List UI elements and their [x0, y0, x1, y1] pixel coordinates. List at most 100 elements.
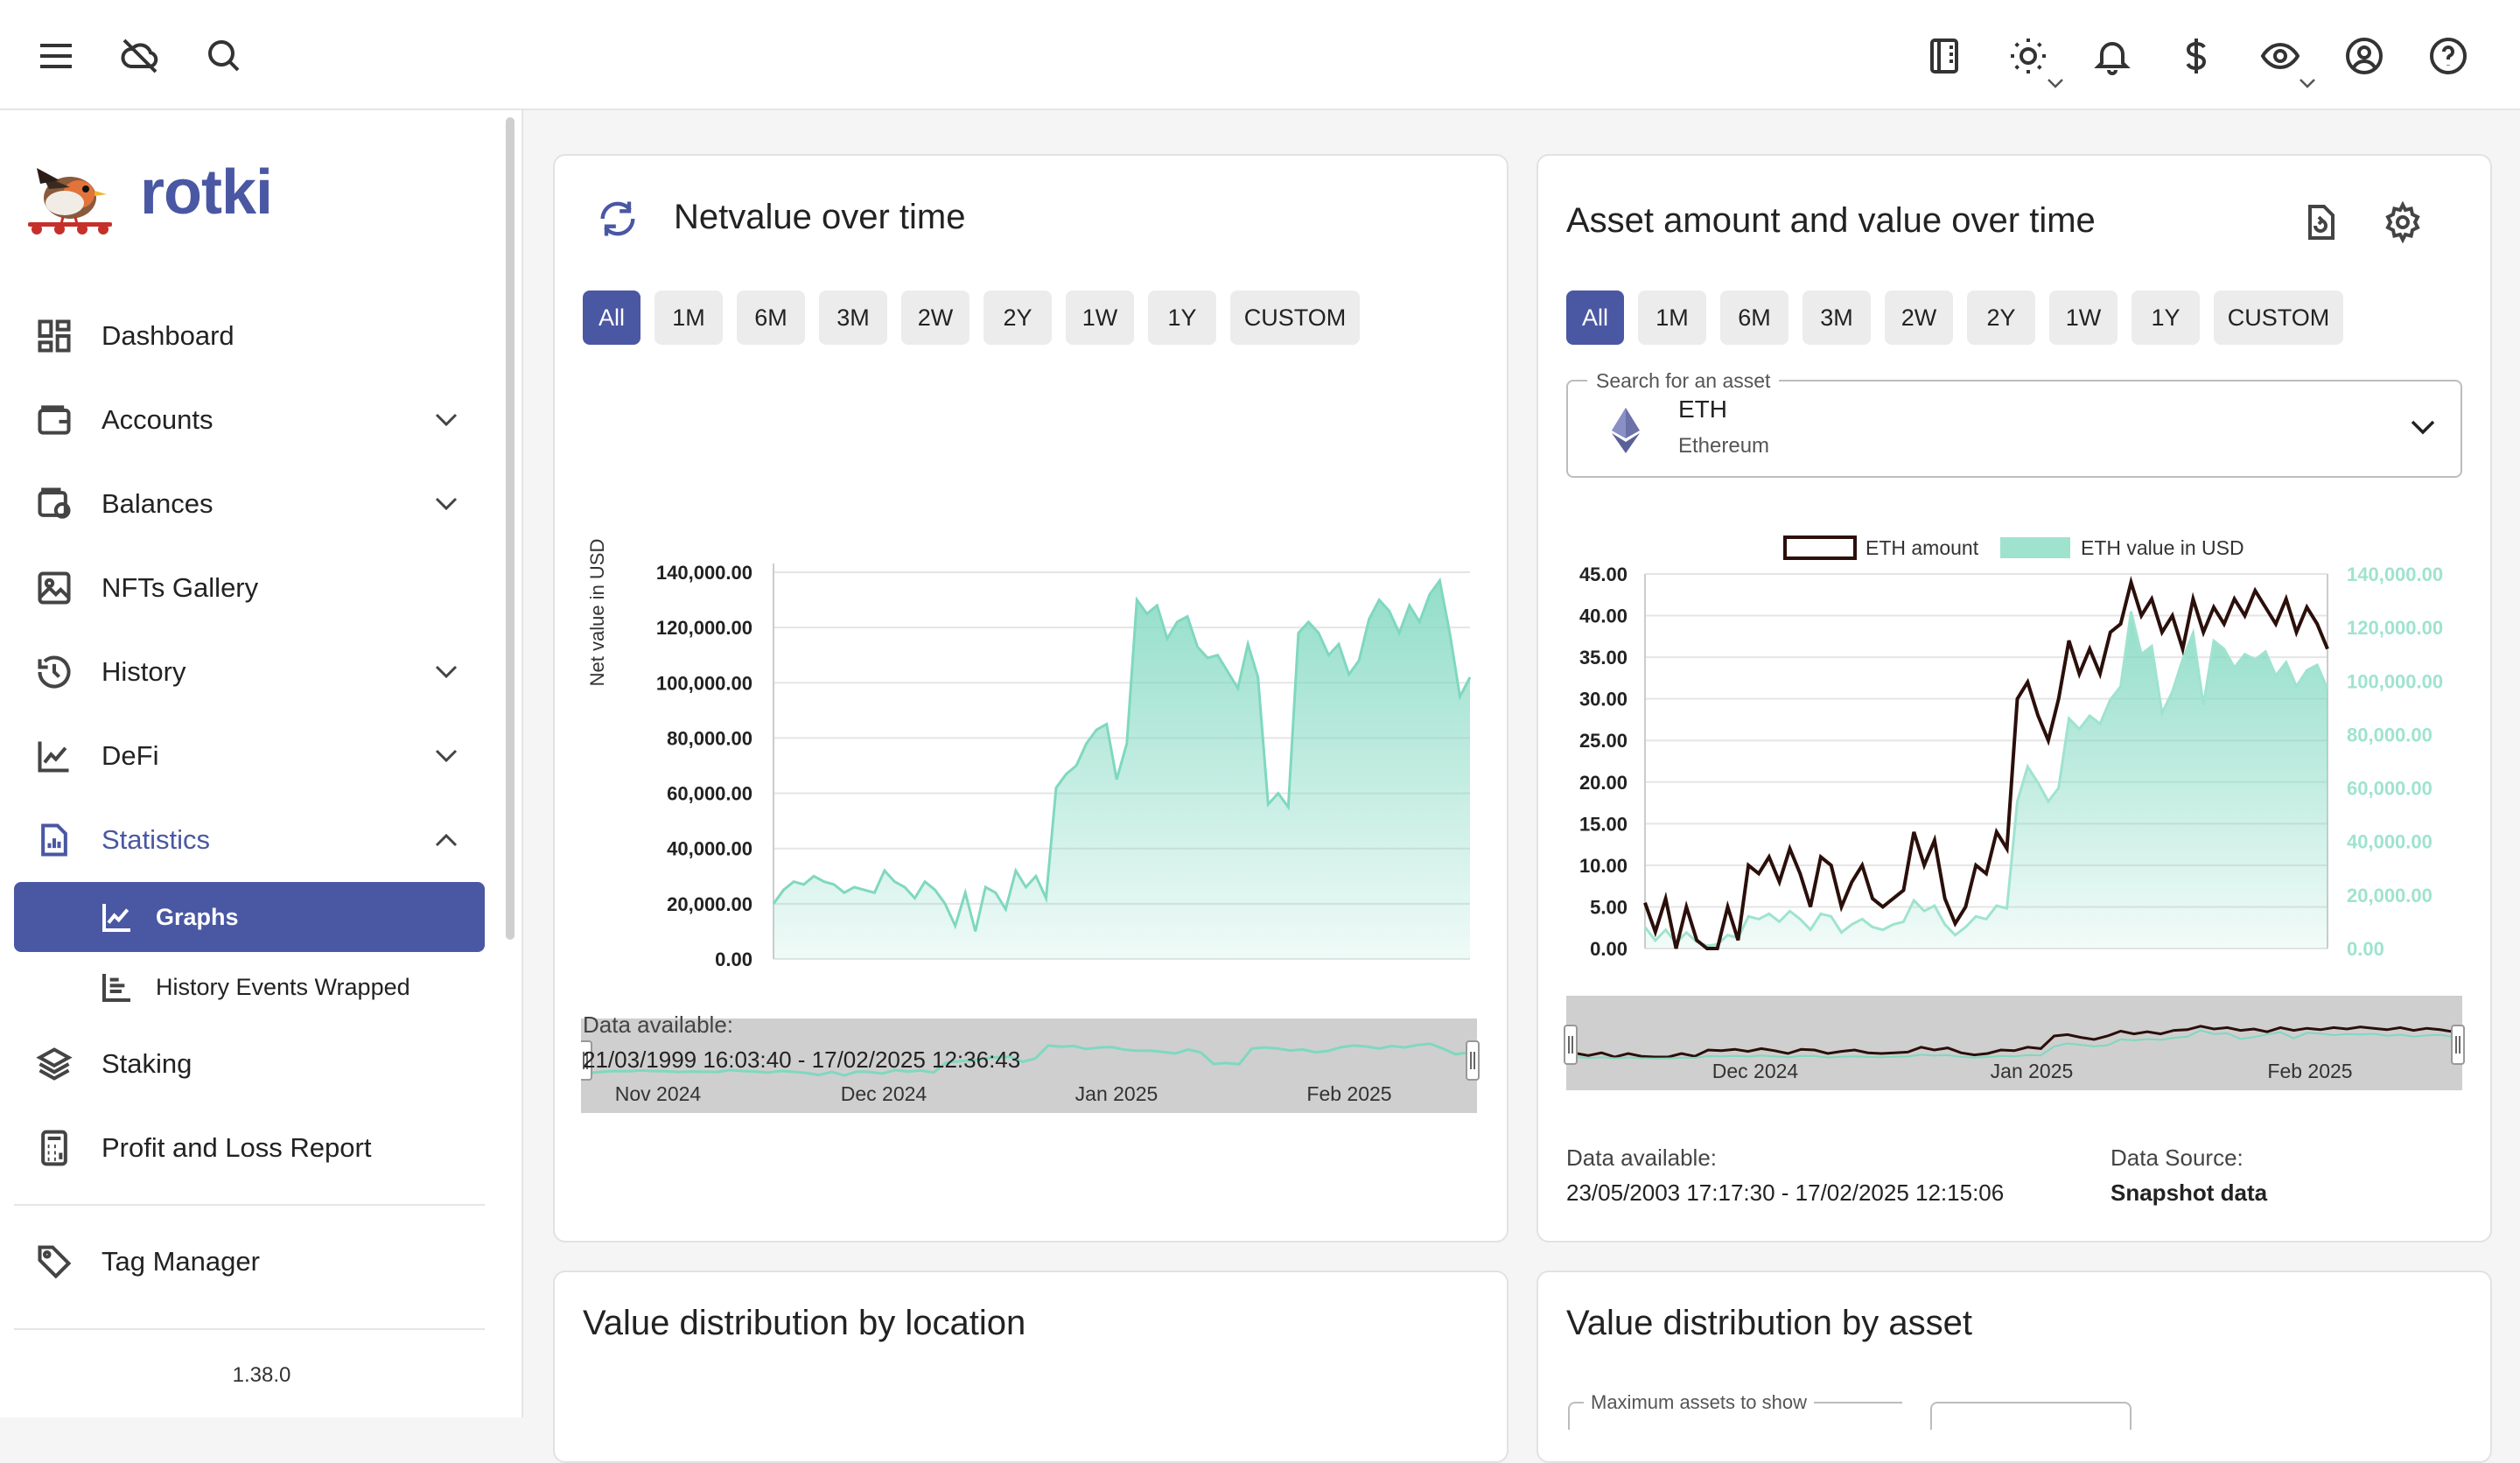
- range-button-2y[interactable]: 2Y: [984, 290, 1052, 345]
- sidebar-item-defi[interactable]: DeFi: [14, 721, 485, 791]
- data-available-label: Data available:: [583, 1012, 733, 1038]
- chevron-down-icon[interactable]: [2408, 416, 2438, 439]
- sidebar-item-staking[interactable]: Staking: [14, 1029, 485, 1099]
- range-button-1m[interactable]: 1M: [1638, 290, 1706, 345]
- range-button-custom[interactable]: CUSTOM: [1230, 290, 1360, 345]
- settings-gear-icon[interactable]: [2382, 200, 2427, 247]
- chevron-down-icon[interactable]: [432, 492, 460, 516]
- eth-value-area: [1645, 611, 2328, 948]
- chevron-down-icon[interactable]: [2298, 77, 2317, 89]
- sidebar-item-label: Dashboard: [102, 320, 234, 351]
- calculator-icon: [33, 1127, 75, 1169]
- y-tick-label: 40,000.00: [667, 838, 752, 860]
- sidebar-item-accounts[interactable]: Accounts: [14, 385, 485, 455]
- data-available-label: Data available:: [1566, 1144, 1717, 1171]
- range-selector: All 1M 6M 3M 2W 2Y 1W 1Y CUSTOM: [583, 290, 1360, 345]
- y-tick-label-left: 15.00: [1579, 813, 1628, 835]
- navigation-drawer: rotki Dashboard Accounts Balances NFTs G…: [0, 110, 523, 1418]
- chevron-down-icon[interactable]: [432, 660, 460, 684]
- range-button-1y[interactable]: 1Y: [2132, 290, 2200, 345]
- sidebar-item-profit-and-loss-report[interactable]: Profit and Loss Report: [14, 1113, 485, 1183]
- y-tick-label-left: 30.00: [1579, 689, 1628, 710]
- sidebar-item-label: Tag Manager: [102, 1246, 260, 1277]
- sidebar-item-label: DeFi: [102, 740, 159, 771]
- y-tick-label-right: 40,000.00: [2347, 831, 2432, 853]
- range-button-1m[interactable]: 1M: [654, 290, 723, 345]
- menu-icon[interactable]: [32, 32, 80, 80]
- chevron-down-icon[interactable]: [2046, 77, 2065, 89]
- y-tick-label-left: 10.00: [1579, 855, 1628, 877]
- zoom-date-label: Feb 2025: [1306, 1082, 1391, 1105]
- range-button-3m[interactable]: 3M: [819, 290, 887, 345]
- zoom-handle-left[interactable]: [1564, 1025, 1578, 1065]
- legend-label-eth-value: ETH value in USD: [2081, 536, 2244, 559]
- sidebar-item-tag-manager[interactable]: Tag Manager: [14, 1227, 485, 1297]
- range-button-6m[interactable]: 6M: [737, 290, 805, 345]
- y-tick-label: 60,000.00: [667, 783, 752, 805]
- zoom-handle-right[interactable]: [1466, 1040, 1480, 1081]
- asset-name: Ethereum: [1678, 434, 1770, 458]
- sidebar-subitem-history-events-wrapped[interactable]: History Events Wrapped: [14, 952, 485, 1022]
- range-button-3m[interactable]: 3M: [1802, 290, 1871, 345]
- range-button-2y[interactable]: 2Y: [1967, 290, 2035, 345]
- search-icon[interactable]: [200, 32, 248, 80]
- chevron-down-icon[interactable]: [432, 408, 460, 432]
- chart-line-icon: [98, 898, 136, 936]
- sidebar-item-dashboard[interactable]: Dashboard: [14, 301, 485, 371]
- sidebar-item-label: History: [102, 656, 186, 687]
- asset-chart[interactable]: ETH amount ETH value in USD 45.00 40.00 35…: [1549, 522, 2480, 1099]
- range-button-6m[interactable]: 6M: [1720, 290, 1788, 345]
- balances-icon: [33, 483, 75, 525]
- range-button-2w[interactable]: 2W: [901, 290, 970, 345]
- tag-icon: [33, 1241, 75, 1283]
- range-button-1w[interactable]: 1W: [2049, 290, 2118, 345]
- y-tick-label: 140,000.00: [656, 562, 752, 584]
- ethereum-icon: [1612, 408, 1640, 453]
- sidebar-divider: [14, 1204, 485, 1206]
- range-button-1y[interactable]: 1Y: [1148, 290, 1216, 345]
- top-app-bar: [0, 0, 2520, 110]
- currency-icon[interactable]: [2172, 32, 2221, 80]
- sidebar-item-statistics[interactable]: Statistics: [14, 805, 485, 875]
- chevron-down-icon[interactable]: [432, 744, 460, 768]
- chevron-up-icon[interactable]: [432, 828, 460, 852]
- account-icon[interactable]: [2340, 32, 2389, 80]
- refresh-icon[interactable]: [595, 196, 640, 242]
- app-logo[interactable]: rotki: [24, 149, 273, 236]
- sidebar-scrollbar[interactable]: [506, 117, 514, 940]
- range-button-all[interactable]: All: [1566, 290, 1624, 345]
- y-tick-label-right: 100,000.00: [2347, 670, 2443, 692]
- sidebar-item-balances[interactable]: Balances: [14, 469, 485, 539]
- y-tick-label: 80,000.00: [667, 727, 752, 749]
- legend-swatch-eth-amount: [1783, 536, 1857, 560]
- toggle-group[interactable]: [1930, 1402, 2132, 1430]
- cloud-off-icon[interactable]: [116, 32, 164, 80]
- sidebar-item-label: NFTs Gallery: [102, 572, 259, 603]
- help-icon[interactable]: [2424, 32, 2473, 80]
- zoom-handle-right[interactable]: [2451, 1025, 2465, 1065]
- sidebar-subitem-graphs[interactable]: Graphs: [14, 882, 485, 952]
- range-button-2w[interactable]: 2W: [1885, 290, 1953, 345]
- notes-icon[interactable]: [1920, 32, 1969, 80]
- data-source-label: Data Source:: [2110, 1144, 2244, 1171]
- asset-distribution-card: Value distribution by asset Maximum asse…: [1536, 1270, 2492, 1463]
- export-icon[interactable]: [2300, 201, 2345, 247]
- y-tick-label-left: 5.00: [1590, 896, 1628, 918]
- theme-icon[interactable]: [2004, 32, 2053, 80]
- netvalue-card: Netvalue over time All 1M 6M 3M 2W 2Y 1W…: [553, 154, 1508, 1242]
- zoom-date-label: Jan 2025: [1991, 1060, 2074, 1082]
- range-button-1w[interactable]: 1W: [1066, 290, 1134, 345]
- sidebar-item-label: Accounts: [102, 404, 214, 435]
- app-version: 1.38.0: [232, 1363, 291, 1387]
- range-button-custom[interactable]: CUSTOM: [2214, 290, 2343, 345]
- privacy-icon[interactable]: [2256, 32, 2305, 80]
- range-button-all[interactable]: All: [583, 290, 640, 345]
- asset-search-select[interactable]: Search for an asset ETH Ethereum: [1566, 369, 2462, 478]
- sidebar-item-nfts-gallery[interactable]: NFTs Gallery: [14, 553, 485, 623]
- rotki-bird-logo: [28, 168, 112, 234]
- sidebar-item-history[interactable]: History: [14, 637, 485, 707]
- bell-icon[interactable]: [2088, 32, 2137, 80]
- max-assets-field[interactable]: Maximum assets to show: [1568, 1391, 1902, 1430]
- y-tick-label: 100,000.00: [656, 672, 752, 694]
- list-chart-icon: [98, 968, 136, 1006]
